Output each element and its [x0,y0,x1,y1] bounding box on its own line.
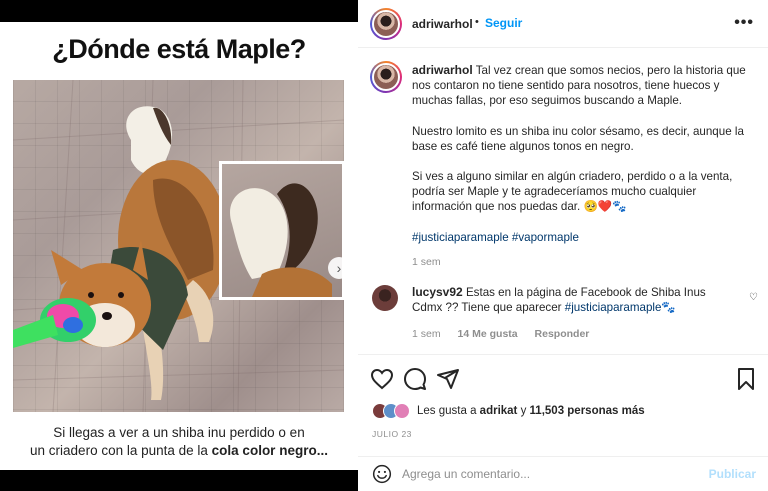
caption-author-avatar[interactable] [370,61,402,93]
media-card: ¿Dónde está Maple? › Si llegas a ver a u… [0,22,358,470]
share-send-icon[interactable] [436,367,460,391]
likes-text: Les gusta a adrikat y 11,503 personas má… [417,405,645,417]
comment-bubble-icon[interactable] [403,367,427,391]
next-image-button[interactable]: › [328,257,350,279]
comment-like-heart-icon[interactable]: ♡ [749,292,758,303]
caption-time[interactable]: 1 sem [412,255,752,270]
post-caption: adriwarhol Tal vez crean que somos necio… [412,63,752,270]
comments-scroll-area[interactable]: adriwarhol Tal vez crean que somos necio… [358,49,768,354]
instagram-post-modal: ¿Dónde está Maple? › Si llegas a ver a u… [0,0,768,491]
media-caption-bold: cola color negro... [211,443,328,458]
post-date[interactable]: JULIO 23 [372,429,412,439]
caption-paragraph-3: Si ves a alguno similar en algún criader… [412,170,733,214]
likes-user[interactable]: adrikat [480,405,518,417]
comment-time[interactable]: 1 sem [412,328,441,340]
comment-hashtag[interactable]: #justiciaparamaple🐾 [565,301,676,314]
media-caption: Si llegas a ver a un shiba inu perdido o… [18,424,340,460]
tail-closeup-illustration [230,183,332,297]
comment-input[interactable] [402,464,702,484]
header-separator: • [475,16,479,28]
media-caption-line2-text: un criadero con la punta de la [30,443,208,458]
caption-username[interactable]: adriwarhol [412,63,473,77]
chevron-right-icon: › [336,260,342,276]
more-options-icon[interactable]: ••• [734,14,754,32]
comment-item: lucysv92 Estas en la página de Facebook … [412,285,732,315]
post-header: adriwarhol • Seguir ••• [358,0,768,48]
author-avatar[interactable] [370,8,402,40]
caption-paragraph-1: adriwarhol Tal vez crean que somos necio… [412,63,752,109]
publish-button[interactable]: Publicar [709,467,756,481]
comment-likes[interactable]: 14 Me gusta [458,328,518,340]
comment-username[interactable]: lucysv92 [412,285,463,299]
hashtag-vapormaple[interactable]: #vapormaple [512,231,579,244]
media-caption-line1: Si llegas a ver a un shiba inu perdido o… [53,425,305,440]
caption-paragraph-2: Nuestro lomito es un shiba inu color sés… [412,124,744,153]
caption-hashtags: #justiciaparamaple #vapormaple [412,230,752,245]
post-media: ¿Dónde está Maple? › Si llegas a ver a u… [0,0,358,491]
add-comment-bar: Publicar [358,456,768,491]
comment-meta: 1 sem 14 Me gusta Responder [412,328,603,340]
emoji-icon[interactable] [372,464,392,484]
media-title: ¿Dónde está Maple? [52,34,306,64]
likes-summary: Les gusta a adrikat y 11,503 personas má… [372,402,645,420]
likes-connector: y [520,405,527,417]
reply-button[interactable]: Responder [535,328,590,340]
post-actions: Les gusta a adrikat y 11,503 personas má… [358,354,768,490]
post-side-panel: adriwarhol • Seguir ••• adriwarhol Tal v… [358,0,768,491]
header-username[interactable]: adriwarhol [412,17,473,31]
commenter-avatar[interactable] [372,285,398,311]
tail-inset-photo [219,161,345,300]
follow-button[interactable]: Seguir [485,16,522,30]
save-bookmark-icon[interactable] [734,367,758,391]
liker-avatar[interactable] [394,403,410,419]
media-caption-line2: un criadero con la punta de la cola colo… [18,442,340,460]
likes-count[interactable]: 11,503 personas más [530,405,645,417]
hashtag-justiciaparamaple[interactable]: #justiciaparamaple [412,231,509,244]
likes-prefix: Les gusta a [417,405,477,417]
like-heart-icon[interactable] [370,367,394,391]
